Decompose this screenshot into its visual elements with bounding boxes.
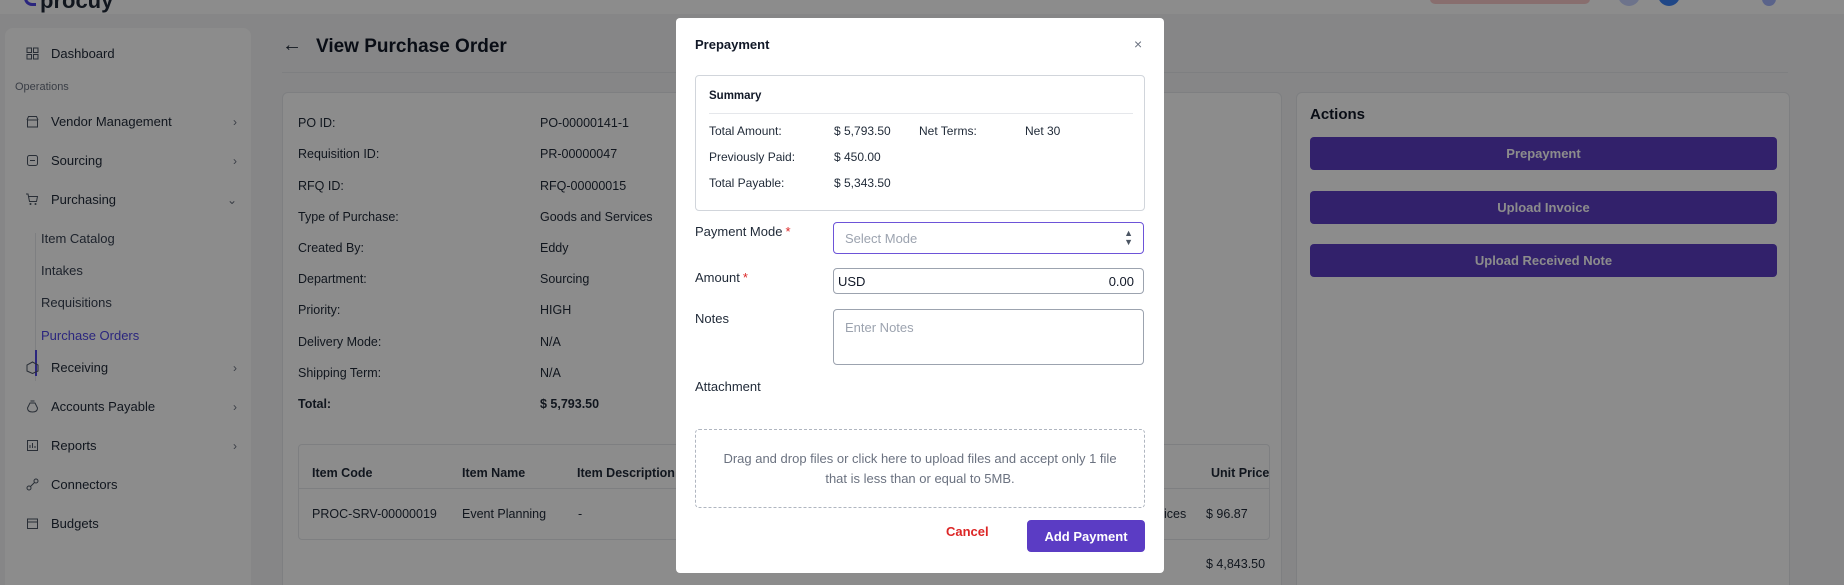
summary-title: Summary: [709, 90, 762, 102]
add-payment-button[interactable]: Add Payment: [1027, 520, 1145, 552]
select-arrows-icon: ▲ ▼: [1124, 228, 1133, 247]
payment-mode-placeholder: Select Mode: [845, 231, 918, 246]
amount-currency[interactable]: USD: [838, 274, 865, 289]
required-marker: *: [742, 270, 748, 285]
payment-mode-label: Payment Mode *: [695, 224, 791, 239]
close-icon[interactable]: ×: [1134, 36, 1142, 52]
payment-mode-label-text: Payment Mode: [695, 224, 783, 239]
previously-paid-value: $ 450.00: [834, 150, 881, 164]
previously-paid-label: Previously Paid:: [709, 150, 796, 164]
modal-title: Prepayment: [695, 37, 770, 52]
notes-textarea[interactable]: Enter Notes: [833, 309, 1144, 365]
amount-label: Amount *: [695, 270, 748, 285]
amount-value[interactable]: 0.00: [1109, 274, 1134, 289]
total-payable-label: Total Payable:: [709, 176, 785, 190]
dropzone-text: Drag and drop files or click here to upl…: [723, 450, 1117, 486]
total-payable-value: $ 5,343.50: [834, 176, 891, 190]
attachment-label: Attachment: [695, 379, 761, 394]
prepayment-modal: Prepayment × Summary Total Amount: $ 5,7…: [676, 18, 1164, 573]
total-amount-label: Total Amount:: [709, 124, 782, 138]
notes-placeholder: Enter Notes: [845, 320, 914, 335]
cancel-button[interactable]: Cancel: [946, 524, 989, 539]
amount-label-text: Amount: [695, 270, 740, 285]
amount-input[interactable]: USD 0.00: [833, 268, 1144, 294]
total-amount-value: $ 5,793.50: [834, 124, 891, 138]
summary-panel: Summary Total Amount: $ 5,793.50 Net Ter…: [695, 75, 1145, 211]
net-terms-value: Net 30: [1025, 124, 1061, 138]
required-marker: *: [785, 224, 791, 239]
payment-mode-select[interactable]: Select Mode ▲ ▼: [833, 222, 1144, 254]
divider: [709, 113, 1133, 114]
notes-label: Notes: [695, 311, 729, 326]
net-terms-label: Net Terms:: [919, 124, 977, 138]
file-dropzone[interactable]: Drag and drop files or click here to upl…: [695, 429, 1145, 508]
